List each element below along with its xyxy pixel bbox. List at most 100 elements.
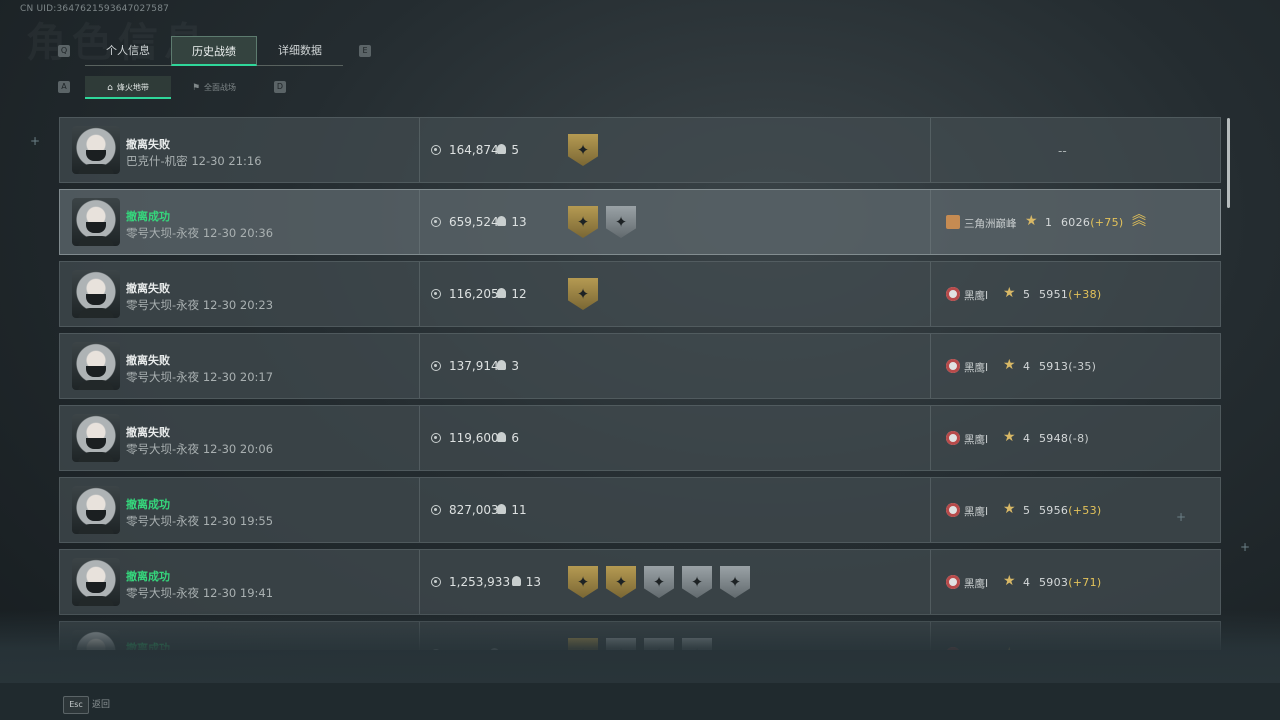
- match-list[interactable]: 撤离失败 巴克什-机密 12-30 21:16 164,874 5 ✦ -- 撤离成功 零号大…: [59, 117, 1221, 650]
- match-row[interactable]: 撤离失败 零号大坝-永夜 12-30 20:06 119,600 6 黑鹰I ★ 4 5948…: [59, 405, 1221, 471]
- match-row[interactable]: 撤离失败 零号大坝-永夜 12-30 20:17 137,914 3 黑鹰I ★ 4 5913…: [59, 333, 1221, 399]
- star-count: 4: [1023, 576, 1030, 589]
- loot-value: 827,003: [449, 503, 499, 517]
- mode-icon: ⚑: [191, 83, 201, 93]
- medal-icon[interactable]: ✦: [568, 134, 598, 166]
- kill-count: 5: [511, 143, 520, 157]
- star-icon: ★: [1003, 429, 1016, 445]
- tab-match-history[interactable]: 历史战绩: [171, 36, 257, 66]
- medal-icon[interactable]: ✦: [720, 566, 750, 598]
- skull-icon: [497, 144, 507, 154]
- user-id: CN UID:3647621593647027587: [20, 4, 170, 14]
- operator-avatar: [72, 486, 120, 534]
- kill-count: 6: [511, 431, 520, 445]
- value-icon: [431, 433, 441, 443]
- operator-avatar: [72, 198, 120, 246]
- rank-score: 5913(-35): [1039, 360, 1097, 373]
- loot-value: 164,874: [449, 143, 499, 157]
- star-count: 1: [1045, 216, 1052, 229]
- medal-icon[interactable]: ✦: [568, 206, 598, 238]
- extraction-status: 撤离失败: [126, 354, 170, 367]
- extraction-status: 撤离失败: [126, 138, 170, 151]
- operator-avatar: [72, 342, 120, 390]
- star-count: 5: [1023, 504, 1030, 517]
- loot-value: 137,914: [449, 359, 499, 373]
- map-and-time: 零号大坝-永夜 12-30 19:55: [126, 514, 274, 528]
- crosshair-icon: +: [1240, 540, 1251, 554]
- rank-name: 黑鹰I: [964, 506, 989, 518]
- rank-icon: [946, 287, 960, 301]
- star-icon: ★: [1025, 213, 1038, 229]
- loot-value: 116,205: [449, 287, 499, 301]
- crosshair-icon: +: [1176, 510, 1187, 524]
- match-row[interactable]: 撤离成功 零号大坝-永夜 12-30 20:36 659,524 13 ✦ ✦ 三角洲巅峰 ★…: [59, 189, 1221, 255]
- rank-icon: [946, 503, 960, 517]
- tab-personal-info[interactable]: 个人信息: [85, 36, 171, 66]
- match-row[interactable]: 撤离成功 零号大坝-永夜 12-30 19:41 1,253,933 13 ✦ ✦ ✦ ✦ ✦ 黑…: [59, 549, 1221, 615]
- kill-count: 12: [511, 287, 527, 301]
- kill-count: 3: [511, 359, 520, 373]
- map-and-time: 零号大坝-永夜 12-30 20:17: [126, 370, 274, 384]
- match-row[interactable]: 撤离失败巴克什-机密 12-30 21:16 164,874 5 ✦ --: [59, 117, 1221, 183]
- star-count: 5: [1023, 288, 1030, 301]
- operator-avatar: [72, 414, 120, 462]
- subtab-warfare[interactable]: ⚑ 全面战场: [171, 76, 257, 99]
- map-and-time: 巴克什-机密 12-30 21:16: [126, 154, 262, 168]
- map-and-time: 零号大坝-永夜 12-30 20:23: [126, 298, 274, 312]
- subtab-operations[interactable]: ⌂ 烽火地带: [85, 76, 171, 99]
- extraction-status: 撤离失败: [126, 426, 170, 439]
- key-hint-a: A: [58, 81, 70, 93]
- bottom-bar: [0, 683, 1280, 720]
- value-icon: [431, 577, 441, 587]
- match-row[interactable]: 撤离成功零号大坝-永夜 12-30 19:55 827,003 11 黑鹰I ★ 5 595…: [59, 477, 1221, 543]
- key-hint-q: Q: [58, 45, 70, 57]
- value-icon: [431, 361, 441, 371]
- value-icon: [431, 217, 441, 227]
- star-icon: ★: [1003, 573, 1016, 589]
- rank-name: 黑鹰I: [964, 434, 989, 446]
- rank-score: 5956(+53): [1039, 504, 1102, 517]
- mode-tabs: ⌂ 烽火地带 ⚑ 全面战场: [85, 76, 257, 99]
- rank-icon: [946, 431, 960, 445]
- rank-up-chevron-icon: ︽ ︽: [1132, 207, 1146, 229]
- medal-list: ✦ ✦ ✦ ✦ ✦: [568, 566, 750, 598]
- extraction-status: 撤离成功: [126, 570, 170, 583]
- key-hint-e: E: [359, 45, 371, 57]
- medal-icon[interactable]: ✦: [568, 566, 598, 598]
- value-icon: [431, 145, 441, 155]
- medal-icon[interactable]: ✦: [568, 278, 598, 310]
- scrollbar[interactable]: [1227, 118, 1230, 208]
- map-and-time: 零号大坝-永夜 12-30 20:36: [126, 226, 274, 240]
- star-icon: ★: [1003, 501, 1016, 517]
- loot-value: 119,600: [449, 431, 499, 445]
- kill-count: 13: [525, 575, 542, 589]
- extraction-status: 撤离成功: [126, 210, 170, 223]
- medal-icon[interactable]: ✦: [606, 206, 636, 238]
- skull-icon: [497, 288, 507, 298]
- skull-icon: [511, 576, 521, 586]
- tab-detailed-data[interactable]: 详细数据: [257, 36, 343, 66]
- back-button[interactable]: Esc 返回: [63, 692, 110, 714]
- rank-empty: --: [1058, 144, 1067, 158]
- crosshair-icon: +: [30, 134, 41, 148]
- star-count: 4: [1023, 432, 1030, 445]
- rank-name: 黑鹰I: [964, 578, 989, 590]
- medal-icon[interactable]: ✦: [644, 566, 674, 598]
- mode-icon: ⌂: [107, 83, 113, 93]
- match-row[interactable]: 撤离失败 零号大坝-永夜 12-30 20:23 116,205 12 ✦ 黑鹰I ★ 5 59…: [59, 261, 1221, 327]
- back-label: 返回: [92, 700, 111, 710]
- main-tabs: 个人信息 历史战绩 详细数据: [85, 36, 343, 66]
- medal-list: ✦: [568, 278, 598, 310]
- rank-name: 黑鹰I: [964, 362, 989, 374]
- medal-list: ✦ ✦: [568, 206, 636, 238]
- skull-icon: [497, 504, 507, 514]
- rank-name: 三角洲巅峰: [964, 218, 1017, 230]
- skull-icon: [497, 216, 507, 226]
- rank-name: 黑鹰I: [964, 290, 989, 302]
- value-icon: [431, 289, 441, 299]
- medal-icon[interactable]: ✦: [606, 566, 636, 598]
- kill-count: 11: [511, 503, 527, 517]
- extraction-status: 撤离成功: [126, 498, 170, 511]
- medal-icon[interactable]: ✦: [682, 566, 712, 598]
- operator-avatar: [72, 270, 120, 318]
